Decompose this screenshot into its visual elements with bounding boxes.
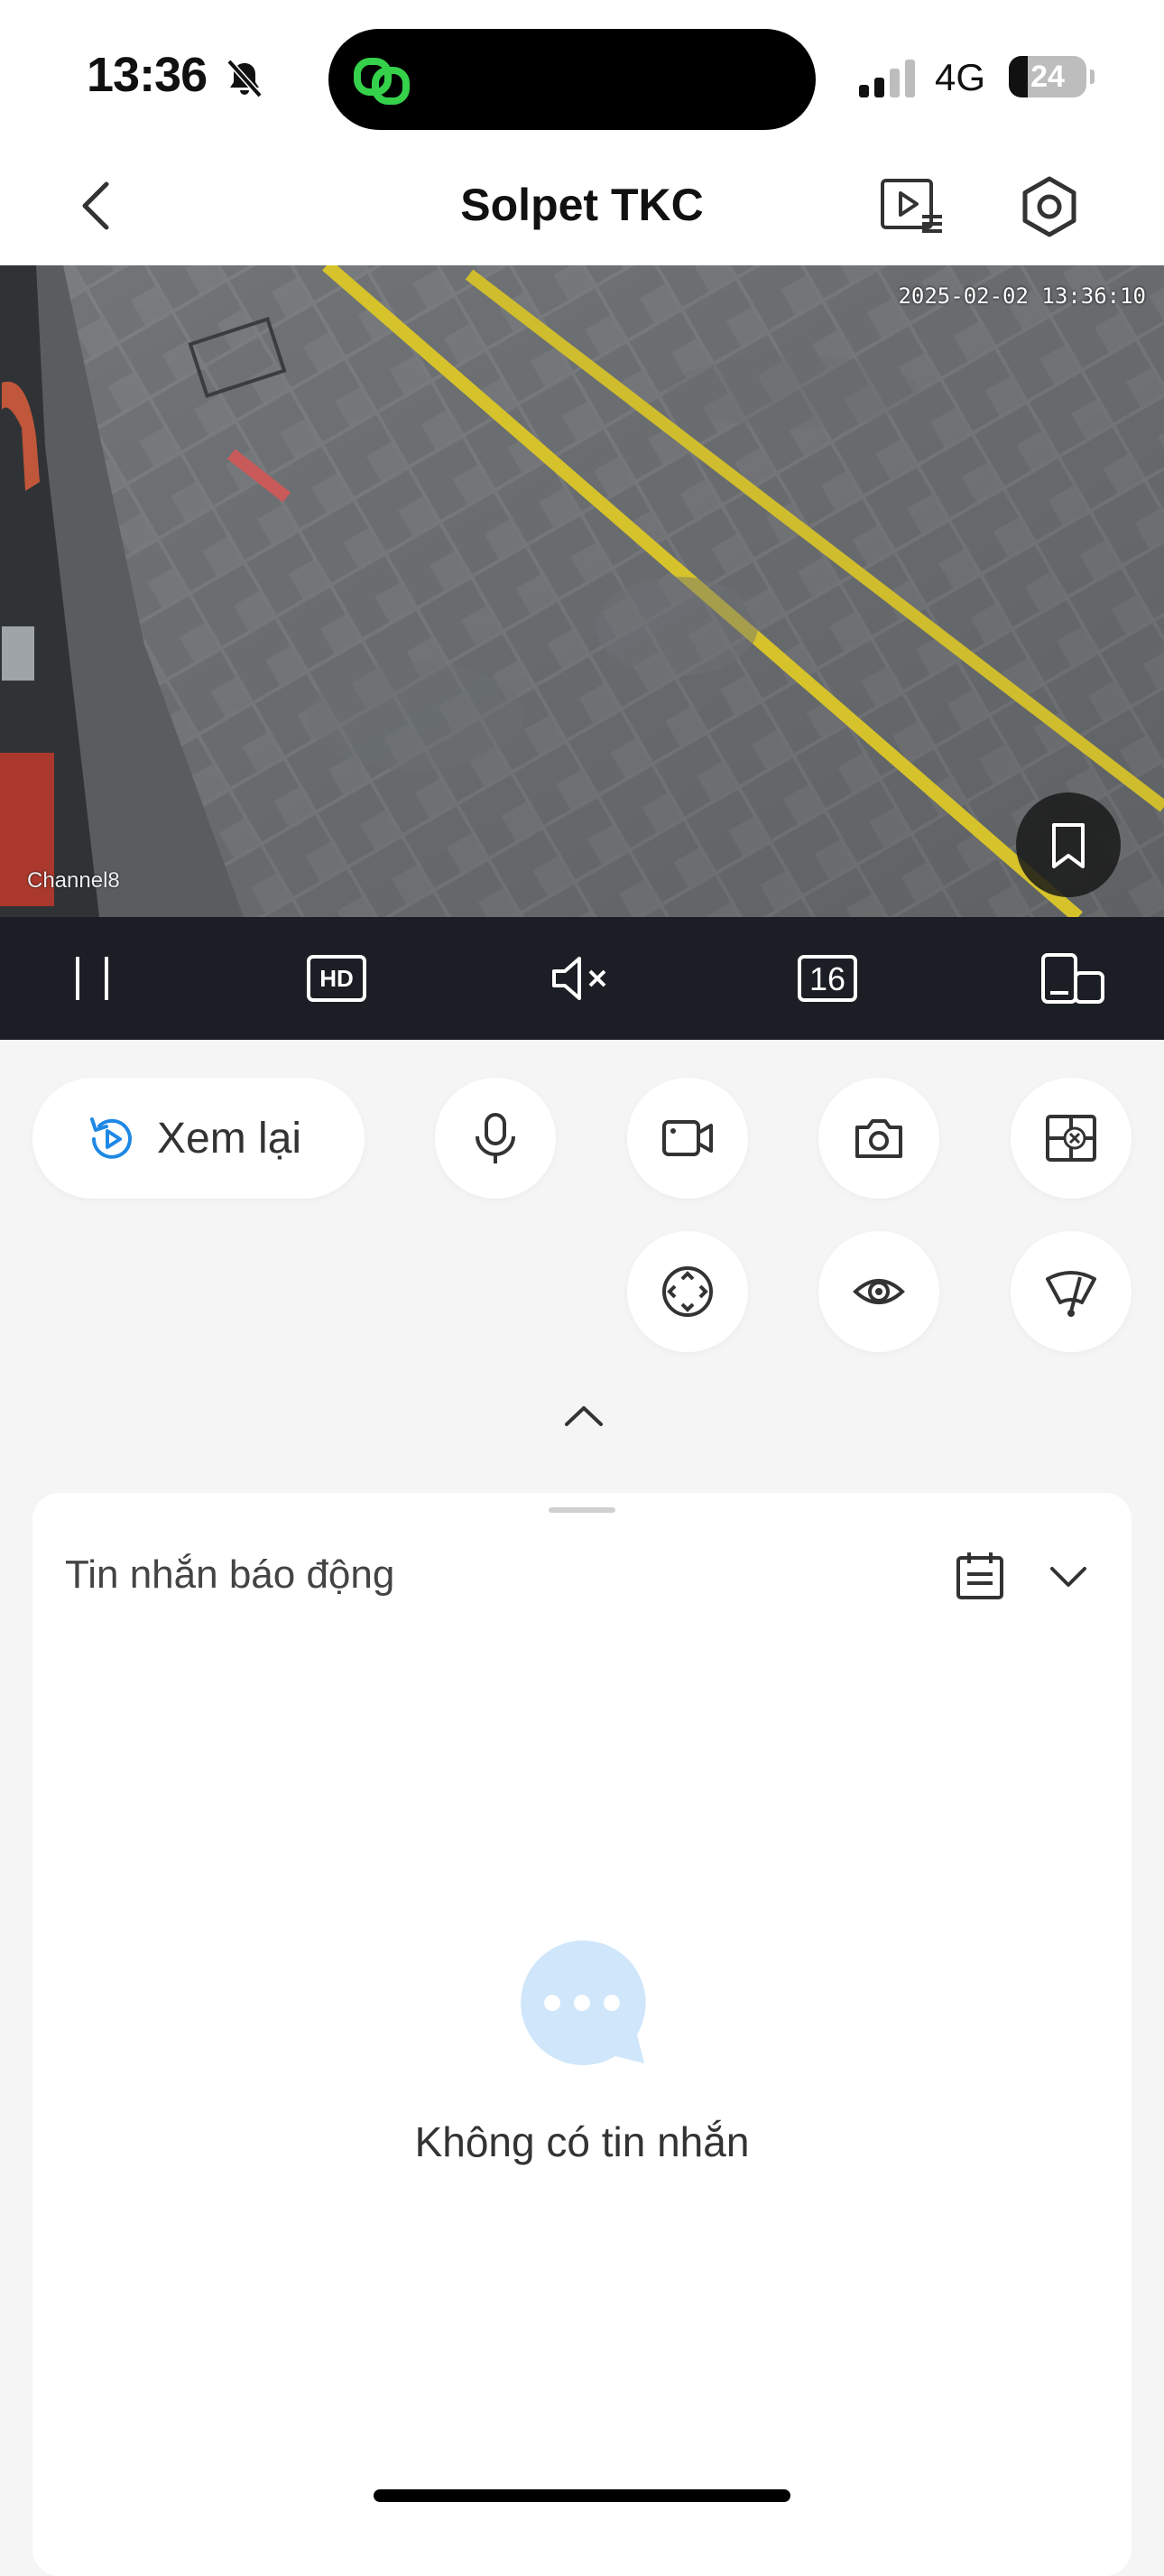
- replay-icon: [90, 1117, 132, 1159]
- wiper-button[interactable]: [1011, 1231, 1132, 1352]
- drag-handle[interactable]: [549, 1507, 615, 1513]
- back-icon[interactable]: [76, 177, 115, 235]
- settings-icon[interactable]: [1018, 175, 1081, 238]
- linked-rings-icon: [354, 58, 410, 105]
- alarm-panel-title: Tin nhắn báo động: [65, 1552, 395, 1597]
- empty-state-text: Không có tin nhắn: [414, 2118, 750, 2165]
- video-channel-label: Channel8: [27, 868, 120, 893]
- empty-message-icon: [521, 1940, 646, 2065]
- pause-icon[interactable]: [65, 951, 119, 1005]
- ptz-icon: [662, 1266, 713, 1317]
- bookmark-button[interactable]: [1016, 792, 1121, 897]
- playback-button[interactable]: Xem lại: [32, 1078, 365, 1199]
- battery-icon: 24: [1009, 56, 1095, 99]
- battery-level: 24: [1030, 60, 1065, 94]
- bell-slash-icon: [226, 59, 263, 98]
- multi-view-icon: [1046, 1115, 1096, 1162]
- camera-image: [0, 265, 1164, 917]
- video-timestamp: 2025-02-02 13:36:10: [898, 283, 1146, 309]
- home-indicator: [374, 2489, 790, 2502]
- calendar-icon[interactable]: [953, 1549, 1007, 1603]
- microphone-button[interactable]: [435, 1078, 556, 1199]
- playback-label: Xem lại: [157, 1115, 302, 1163]
- orientation-icon[interactable]: [1039, 951, 1106, 1005]
- chevron-down-icon[interactable]: [1047, 1558, 1090, 1594]
- camera-feed[interactable]: 2025-02-02 13:36:10 Channel8: [0, 265, 1164, 917]
- snapshot-button[interactable]: [818, 1078, 939, 1199]
- wiper-icon: [1046, 1271, 1096, 1317]
- collapse-caret-icon[interactable]: [561, 1399, 606, 1430]
- network-type: 4G: [935, 56, 986, 98]
- split-screen-button[interactable]: 16: [796, 951, 859, 1005]
- bookmark-icon: [1052, 823, 1085, 868]
- hd-button[interactable]: HD: [305, 951, 368, 1005]
- split-count: 16: [808, 960, 846, 997]
- camera-icon: [855, 1119, 902, 1158]
- hd-label: HD: [319, 965, 354, 992]
- ptz-button[interactable]: [627, 1231, 748, 1352]
- microphone-icon: [476, 1113, 515, 1163]
- status-time: 13:36: [87, 48, 208, 102]
- playlist-icon[interactable]: [879, 177, 946, 235]
- eye-button[interactable]: [818, 1231, 939, 1352]
- eye-icon: [853, 1279, 905, 1304]
- record-button[interactable]: [627, 1078, 748, 1199]
- multi-view-button[interactable]: [1011, 1078, 1132, 1199]
- signal-icon: [859, 60, 915, 97]
- mute-icon[interactable]: [549, 951, 615, 1005]
- page-title: Solpet TKC: [460, 180, 704, 230]
- record-icon: [662, 1120, 713, 1156]
